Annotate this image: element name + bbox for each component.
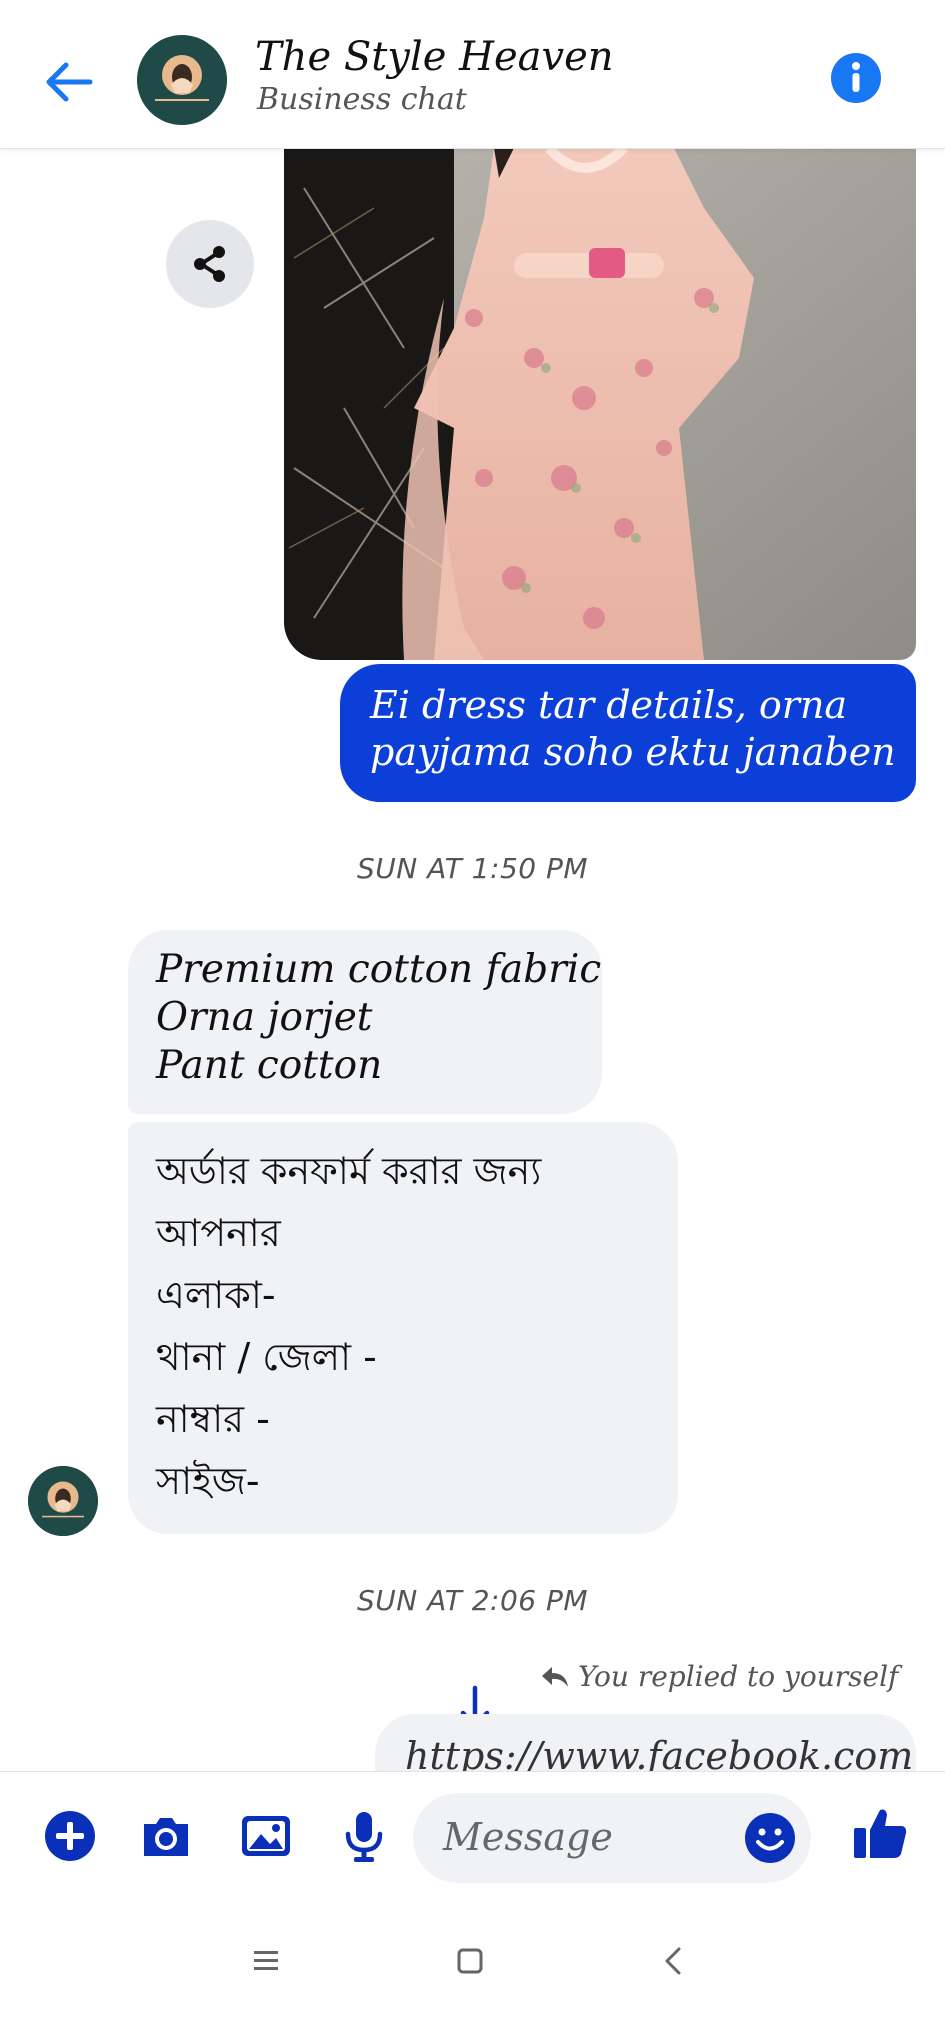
home-icon[interactable] (450, 1941, 490, 1981)
reply-note: You replied to yourself (540, 1660, 898, 1693)
message-line: Premium cotton fabric (156, 947, 602, 992)
thumbs-up-icon[interactable] (850, 1802, 910, 1862)
back-nav-icon[interactable] (654, 1941, 694, 1981)
chat-header: The Style Heaven Business chat (0, 0, 945, 149)
message-line: নাম্বার - (156, 1397, 270, 1441)
chat-title[interactable]: The Style Heaven (255, 34, 614, 80)
dress-photo (284, 148, 916, 660)
message-line: Orna jorjet (156, 995, 373, 1040)
image-icon[interactable] (238, 1808, 294, 1864)
message-composer: Message (0, 1771, 945, 1902)
timestamp: SUN AT 1:50 PM (356, 852, 589, 885)
microphone-icon[interactable] (336, 1808, 392, 1864)
outgoing-message[interactable]: Ei dress tar details, orna payjama soho … (340, 664, 916, 802)
chat-subtitle: Business chat (257, 82, 467, 117)
message-line: সাইজ- (156, 1459, 260, 1503)
incoming-message[interactable]: অর্ডার কনফার্ম করার জন্য আপনার এলাকা- থা… (128, 1122, 678, 1534)
business-logo-icon (137, 35, 227, 125)
recent-apps-icon[interactable] (246, 1941, 286, 1981)
share-button[interactable] (166, 220, 254, 308)
message-line: এলাকা- (156, 1273, 276, 1317)
timestamp: SUN AT 2:06 PM (356, 1584, 589, 1617)
message-line: থানা / জেলা - (156, 1335, 377, 1379)
business-avatar[interactable] (137, 35, 227, 125)
message-line: Ei dress tar details, orna (370, 683, 848, 727)
plus-icon[interactable] (42, 1808, 98, 1864)
link-message[interactable]: https://www.facebook.com (375, 1714, 916, 1771)
reply-note-text: You replied to yourself (578, 1660, 899, 1693)
link-text[interactable]: https://www.facebook.com (405, 1734, 913, 1771)
message-input[interactable]: Message (413, 1793, 811, 1883)
shared-product-photo[interactable] (284, 148, 916, 660)
sender-avatar[interactable] (28, 1466, 98, 1536)
incoming-message[interactable]: Premium cotton fabric Orna jorjet Pant c… (128, 930, 602, 1114)
business-logo-icon (28, 1466, 98, 1536)
info-icon[interactable] (830, 52, 882, 104)
message-line: আপনার (156, 1211, 281, 1255)
conversation[interactable]: Ei dress tar details, orna payjama soho … (0, 148, 945, 1771)
system-navigation-bar (0, 1901, 945, 2019)
message-line: অর্ডার কনফার্ম করার জন্য (156, 1149, 542, 1193)
message-line: Pant cotton (156, 1043, 383, 1088)
share-icon (194, 246, 225, 282)
reply-arrow-icon (542, 1666, 568, 1687)
arrow-left-icon[interactable] (38, 52, 98, 112)
message-placeholder: Message (443, 1815, 613, 1859)
emoji-icon[interactable] (743, 1811, 797, 1865)
camera-icon[interactable] (138, 1808, 194, 1864)
message-line: payjama soho ektu janaben (370, 730, 896, 774)
